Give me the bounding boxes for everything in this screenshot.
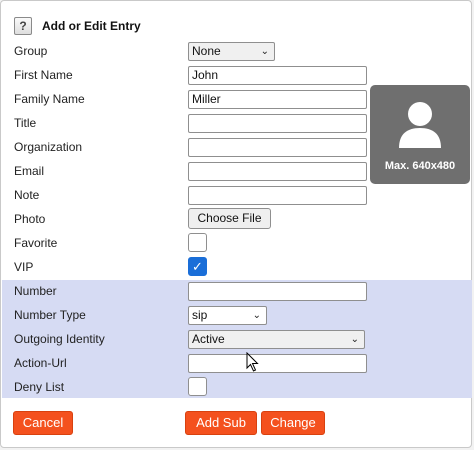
family-name-label: Family Name xyxy=(14,92,85,106)
number-input[interactable] xyxy=(188,282,367,301)
number-type-label: Number Type xyxy=(14,308,86,322)
row-photo: Photo Choose File xyxy=(1,207,473,231)
family-name-input[interactable]: Miller xyxy=(188,90,367,109)
row-outgoing-identity: Outgoing Identity Active ⌄ xyxy=(1,327,473,351)
vip-checkbox[interactable]: ✓ xyxy=(188,257,207,276)
group-select-value: None xyxy=(192,44,221,58)
title-input[interactable] xyxy=(188,114,367,133)
change-button[interactable]: Change xyxy=(261,411,325,435)
first-name-label: First Name xyxy=(14,68,73,82)
vip-label: VIP xyxy=(14,260,34,274)
chevron-down-icon: ⌄ xyxy=(252,310,261,321)
avatar-icon xyxy=(399,102,441,148)
first-name-input[interactable]: John xyxy=(188,66,367,85)
row-number: Number xyxy=(1,279,473,303)
row-action-url: Action-Url xyxy=(1,351,473,375)
favorite-checkbox[interactable] xyxy=(188,233,207,252)
photo-label: Photo xyxy=(14,212,46,226)
email-input[interactable] xyxy=(188,162,367,181)
title-label: Title xyxy=(14,116,37,130)
group-select[interactable]: None ⌄ xyxy=(188,42,275,61)
number-label: Number xyxy=(14,284,57,298)
deny-list-label: Deny List xyxy=(14,380,65,394)
number-type-select[interactable]: sip ⌄ xyxy=(188,306,267,325)
note-input[interactable] xyxy=(188,186,367,205)
row-deny-list: Deny List xyxy=(1,375,473,399)
chevron-down-icon: ⌄ xyxy=(350,334,359,345)
deny-list-checkbox[interactable] xyxy=(188,377,207,396)
add-sub-button[interactable]: Add Sub xyxy=(185,411,257,435)
choose-file-button[interactable]: Choose File xyxy=(188,208,271,229)
note-label: Note xyxy=(14,188,40,202)
row-vip: VIP ✓ xyxy=(1,255,473,279)
outgoing-identity-label: Outgoing Identity xyxy=(14,332,105,346)
outgoing-identity-select[interactable]: Active ⌄ xyxy=(188,330,365,349)
help-icon[interactable]: ? xyxy=(14,17,32,35)
photo-size-caption: Max. 640x480 xyxy=(384,160,456,172)
row-number-type: Number Type sip ⌄ xyxy=(1,303,473,327)
number-type-select-value: sip xyxy=(192,308,208,322)
row-note: Note xyxy=(1,183,473,207)
favorite-label: Favorite xyxy=(14,236,58,250)
dialog-header: ? Add or Edit Entry xyxy=(14,16,141,36)
outgoing-identity-select-value: Active xyxy=(192,332,225,346)
check-icon: ✓ xyxy=(192,259,203,274)
mouse-cursor-icon xyxy=(246,352,259,372)
dialog-title: Add or Edit Entry xyxy=(42,19,141,33)
edit-entry-dialog: ? Add or Edit Entry Group None ⌄ First N… xyxy=(0,0,472,448)
group-label: Group xyxy=(14,44,48,58)
email-label: Email xyxy=(14,164,45,178)
chevron-down-icon: ⌄ xyxy=(260,46,269,57)
cancel-button[interactable]: Cancel xyxy=(13,411,73,435)
row-first-name: First Name John xyxy=(1,63,473,87)
action-url-label: Action-Url xyxy=(14,356,67,370)
row-group: Group None ⌄ xyxy=(1,39,473,63)
row-favorite: Favorite xyxy=(1,231,473,255)
organization-label: Organization xyxy=(14,140,83,154)
organization-input[interactable] xyxy=(188,138,367,157)
photo-preview[interactable]: Max. 640x480 xyxy=(370,85,470,184)
action-url-input[interactable] xyxy=(188,354,367,373)
